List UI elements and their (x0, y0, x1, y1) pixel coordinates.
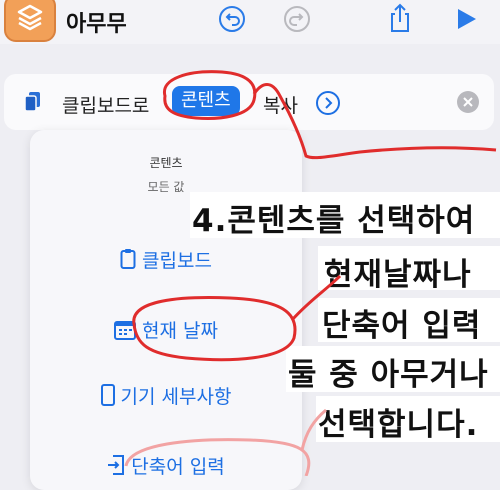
input-arrow (300, 408, 327, 451)
token-circle-tail (252, 83, 497, 160)
date-arrow (290, 274, 342, 322)
token-circle (163, 70, 257, 120)
date-circle (132, 296, 297, 362)
annotation-scribbles (124, 70, 497, 476)
input-circle (124, 438, 311, 476)
